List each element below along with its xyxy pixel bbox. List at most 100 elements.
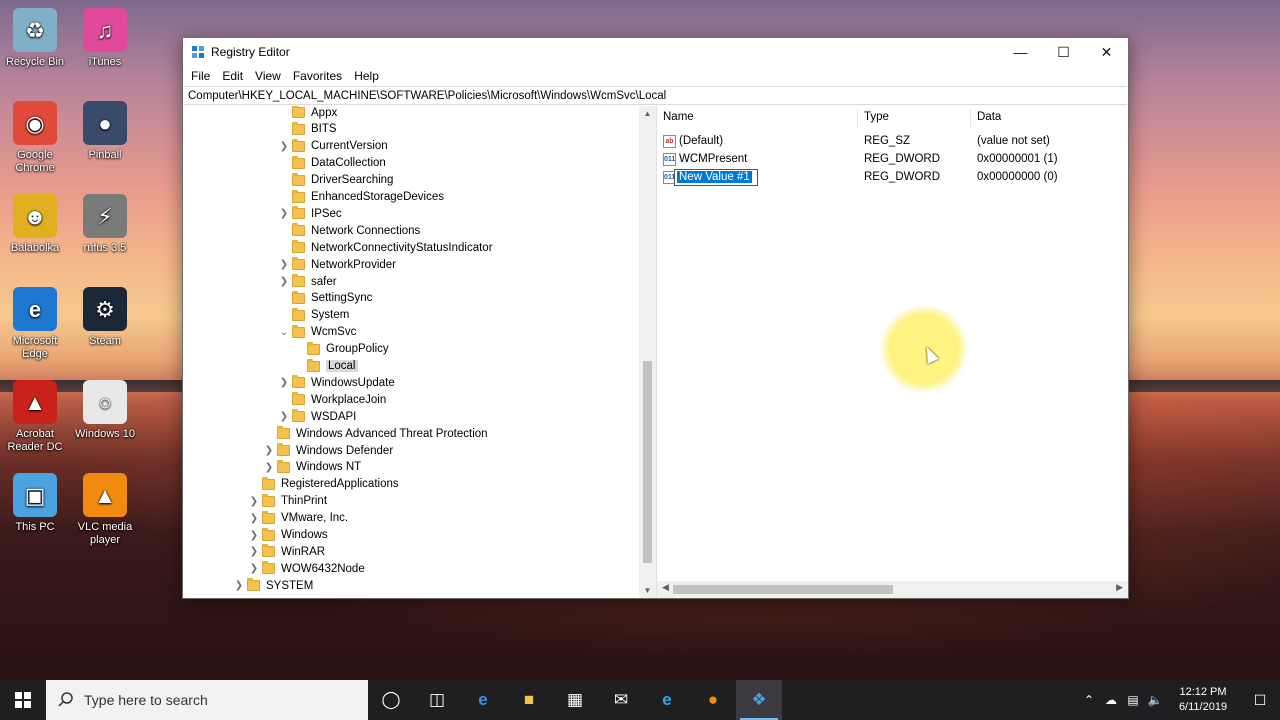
close-button[interactable]: ✕ [1085,38,1128,66]
maximize-button[interactable]: ☐ [1042,38,1085,66]
desktop-shortcut[interactable]: ⚙ Steam [71,287,139,348]
tree-node-settingsync[interactable]: SettingSync [278,290,372,307]
desktop-shortcut[interactable]: ⚡ rufus 3.5 [71,194,139,255]
scroll-left-arrow-icon[interactable]: ◀ [662,582,669,593]
tree-scroll-thumb[interactable] [643,361,652,563]
tree-node-thinprint[interactable]: ❯ ThinPrint [248,493,327,510]
firefox-icon[interactable]: ● [690,680,736,720]
tree-node-network-connections[interactable]: Network Connections [278,222,420,239]
column-divider[interactable] [857,109,858,127]
desktop-shortcut[interactable]: ☻ Balabolka [1,194,69,255]
tree-node-system[interactable]: ❯ SYSTEM [233,577,313,594]
desktop-shortcut[interactable]: ▲ Acrobat Reader DC [1,380,69,454]
expand-chevron-icon[interactable]: ❯ [278,141,290,152]
tree-node-driversearching[interactable]: DriverSearching [278,172,393,189]
rename-input[interactable]: New Value #1 [674,169,758,186]
desktop-shortcut[interactable]: ○ Windows 10 [71,380,139,441]
cortana-icon[interactable]: ◯ [368,680,414,720]
tree-node-ipsec[interactable]: ❯ IPSec [278,205,342,222]
values-scroll-thumb[interactable] [673,585,893,594]
task-view-icon[interactable]: ◫ [414,680,460,720]
tree-node-windows-nt[interactable]: ❯ Windows NT [263,459,361,476]
clock[interactable]: 12:12 PM 6/11/2019 [1166,685,1240,715]
tree-node-networkconnectivitystatusindicator[interactable]: NetworkConnectivityStatusIndicator [278,239,493,256]
expand-chevron-icon[interactable]: ❯ [248,546,260,557]
menu-file[interactable]: File [185,69,216,83]
tree-node-winrar[interactable]: ❯ WinRAR [248,543,325,560]
menu-favorites[interactable]: Favorites [287,69,348,83]
expand-chevron-icon[interactable]: ❯ [278,377,290,388]
mail-icon[interactable]: ✉ [598,680,644,720]
expand-chevron-icon[interactable]: ❯ [263,445,275,456]
desktop-shortcut[interactable]: ♫ iTunes [71,8,139,69]
title-bar[interactable]: Registry Editor — ☐ ✕ [183,38,1128,66]
expand-chevron-icon[interactable]: ❯ [278,411,290,422]
expand-chevron-icon[interactable]: ❯ [233,580,245,591]
tree-node-local[interactable]: Local [293,358,358,375]
tree-node-wsdapi[interactable]: ❯ WSDAPI [278,408,356,425]
tree-node-windows-defender[interactable]: ❯ Windows Defender [263,442,393,459]
tree-node-windowsupdate[interactable]: ❯ WindowsUpdate [278,374,395,391]
action-center-icon[interactable]: ☐ [1240,692,1280,709]
expand-chevron-icon[interactable]: ❯ [248,513,260,524]
collapse-chevron-icon[interactable]: ⌄ [278,327,290,338]
speaker-icon[interactable]: 🔈 [1144,693,1166,707]
expand-chevron-icon[interactable]: ❯ [248,530,260,541]
desktop-shortcut[interactable]: ● Pinball [71,101,139,162]
desktop-shortcut[interactable]: ▲ VLC media player [71,473,139,547]
taskbar-search-box[interactable]: Type here to search [46,680,368,720]
tree-node-wcmsvc[interactable]: ⌄ WcmSvc [278,324,356,341]
minimize-button[interactable]: — [999,38,1042,66]
value-row[interactable]: ab (Default) REG_SZ (value not set) [657,133,1128,151]
tree-node-wow6432node[interactable]: ❯ WOW6432Node [248,560,365,577]
column-header-name[interactable]: Name [663,111,694,126]
values-horizontal-scrollbar[interactable]: ◀ ▶ [657,581,1128,598]
tree-node-workplacejoin[interactable]: WorkplaceJoin [278,391,386,408]
registry-editor-taskbar-button[interactable]: ❖ [736,680,782,720]
menu-edit[interactable]: Edit [216,69,249,83]
expand-chevron-icon[interactable]: ❯ [248,496,260,507]
tree-vertical-scrollbar[interactable]: ▲ ▼ [639,106,656,598]
tree-node-vmware-inc-[interactable]: ❯ VMware, Inc. [248,510,348,527]
menu-help[interactable]: Help [348,69,385,83]
network-icon[interactable]: ▤ [1122,693,1144,707]
desktop-shortcut[interactable]: ▣ This PC [1,473,69,534]
scroll-down-arrow-icon[interactable]: ▼ [639,586,656,595]
tree-node-currentversion[interactable]: ❯ CurrentVersion [278,138,388,155]
expand-chevron-icon[interactable]: ❯ [248,563,260,574]
tree-node-datacollection[interactable]: DataCollection [278,155,386,172]
expand-chevron-icon[interactable]: ❯ [278,276,290,287]
tree-node-bits[interactable]: BITS [278,121,337,138]
column-divider[interactable] [970,109,971,127]
tree-node-enhancedstoragedevices[interactable]: EnhancedStorageDevices [278,189,444,206]
address-bar[interactable]: Computer\HKEY_LOCAL_MACHINE\SOFTWARE\Pol… [184,86,1127,105]
tree-node-networkprovider[interactable]: ❯ NetworkProvider [278,256,396,273]
show-hidden-icons-icon[interactable]: ⌃ [1078,693,1100,707]
desktop-shortcut[interactable]: ◉ Google Chrome [1,101,69,175]
column-header-data[interactable]: Data [977,111,1001,126]
edge-icon[interactable]: e [460,680,506,720]
tree-node-windows[interactable]: ❯ Windows [248,527,328,544]
address-path[interactable]: Computer\HKEY_LOCAL_MACHINE\SOFTWARE\Pol… [188,90,666,102]
internet-explorer-icon[interactable]: e [644,680,690,720]
tree-node-windows-advanced-threat-protection[interactable]: Windows Advanced Threat Protection [263,425,488,442]
store-icon[interactable]: ▦ [552,680,598,720]
value-row[interactable]: 011 New Value #1 REG_DWORD 0x00000000 (0… [657,169,1128,187]
tree-node-registeredapplications[interactable]: RegisteredApplications [248,476,399,493]
column-header-type[interactable]: Type [864,111,889,126]
scroll-up-arrow-icon[interactable]: ▲ [639,109,656,118]
desktop-shortcut[interactable]: e Microsoft Edge [1,287,69,361]
desktop-shortcut[interactable]: ♻ Recycle Bin [1,8,69,69]
onedrive-icon[interactable]: ☁ [1100,693,1122,707]
rename-selected-text[interactable]: New Value #1 [677,171,752,183]
value-row[interactable]: 011 WCMPresent REG_DWORD 0x00000001 (1) [657,151,1128,169]
tree-node-system[interactable]: System [278,307,349,324]
expand-chevron-icon[interactable]: ❯ [278,259,290,270]
scroll-right-arrow-icon[interactable]: ▶ [1116,582,1123,593]
tree-node-appx[interactable]: Appx [278,106,337,121]
tree-node-grouppolicy[interactable]: GroupPolicy [293,341,389,358]
expand-chevron-icon[interactable]: ❯ [278,208,290,219]
menu-view[interactable]: View [249,69,287,83]
tree-node-safer[interactable]: ❯ safer [278,273,337,290]
start-button[interactable] [0,680,46,720]
